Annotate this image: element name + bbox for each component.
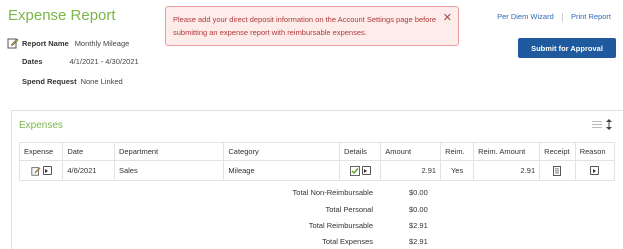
edit-icon[interactable] — [7, 37, 19, 49]
dates-row: Dates 4/1/2021 - 4/30/2021 — [22, 57, 139, 66]
spend-request-row: Spend Request None Linked — [22, 77, 123, 86]
total-expenses-label: Total Expenses — [322, 237, 373, 246]
column-header[interactable]: Reason — [574, 142, 616, 161]
column-header[interactable]: Department — [113, 142, 225, 161]
view-details-icon[interactable] — [361, 166, 371, 175]
total-expenses-value: $2.91 — [409, 237, 428, 246]
total-non-reimbursable-label: Total Non-Reimbursable — [292, 188, 373, 197]
receipt-icon[interactable] — [553, 165, 562, 176]
alert-message: Please add your direct deposit informati… — [173, 15, 437, 37]
reim-amount-cell: 2.91 — [473, 160, 541, 181]
reim-cell: Yes — [440, 160, 475, 181]
report-name-value: Monthly Mileage — [74, 38, 130, 48]
table-row[interactable]: 4/6/2021 Sales Mileage 2.91 Yes 2.91 — [18, 160, 616, 181]
total-reimbursable-value: $2.91 — [409, 221, 428, 230]
expense-actions-cell — [18, 160, 64, 181]
page-title: Expense Report — [8, 7, 116, 24]
column-header[interactable]: Reim. Amount — [473, 142, 541, 161]
details-cell — [338, 160, 382, 181]
date-cell: 4/6/2021 — [62, 160, 115, 181]
reason-cell — [574, 160, 616, 181]
close-icon[interactable]: ✕ — [443, 13, 452, 24]
expenses-table: Expense Date Department Category Details… — [18, 142, 616, 181]
report-actions: Per Diem Wizard Print Report — [497, 12, 611, 22]
total-personal-value: $0.00 — [409, 205, 428, 214]
spend-request-value: None Linked — [80, 77, 123, 86]
total-non-reimbursable-value: $0.00 — [409, 188, 428, 197]
edit-icon[interactable] — [31, 166, 41, 176]
spend-request-label: Spend Request — [22, 77, 77, 86]
column-header[interactable]: Amount — [380, 142, 442, 161]
column-header[interactable]: Receipt — [539, 142, 576, 161]
dates-label: Dates — [22, 57, 43, 66]
view-reason-icon[interactable] — [590, 166, 600, 176]
category-cell: Mileage — [223, 160, 340, 181]
column-header[interactable]: Details — [338, 142, 382, 161]
per-diem-wizard-link[interactable]: Per Diem Wizard — [497, 12, 554, 21]
print-report-link[interactable]: Print Report — [571, 12, 611, 21]
list-view-icon[interactable] — [592, 120, 602, 129]
column-header[interactable]: Date — [62, 142, 115, 161]
amount-cell: 2.91 — [380, 160, 442, 181]
section-tools — [592, 119, 612, 130]
checkbox-checked-icon[interactable] — [349, 165, 360, 176]
department-cell: Sales — [113, 160, 225, 181]
report-name-label: Report Name — [22, 38, 69, 48]
sort-icon[interactable] — [606, 119, 612, 130]
column-header[interactable]: Expense — [18, 142, 64, 161]
dates-value: 4/1/2021 - 4/30/2021 — [69, 57, 139, 66]
total-personal-label: Total Personal — [325, 205, 373, 214]
table-header-row: Expense Date Department Category Details… — [18, 142, 616, 161]
column-header[interactable]: Reim. — [440, 142, 475, 161]
direct-deposit-alert: Please add your direct deposit informati… — [165, 6, 459, 46]
expenses-title: Expenses — [19, 120, 63, 131]
report-name-row: Report Name Monthly Mileage — [7, 37, 129, 49]
expand-expense-icon[interactable] — [42, 166, 52, 175]
receipt-cell — [539, 160, 576, 181]
link-divider — [561, 12, 563, 22]
submit-for-approval-button[interactable]: Submit for Approval — [518, 38, 616, 58]
column-header[interactable]: Category — [223, 142, 340, 161]
total-reimbursable-label: Total Reimbursable — [308, 221, 373, 230]
